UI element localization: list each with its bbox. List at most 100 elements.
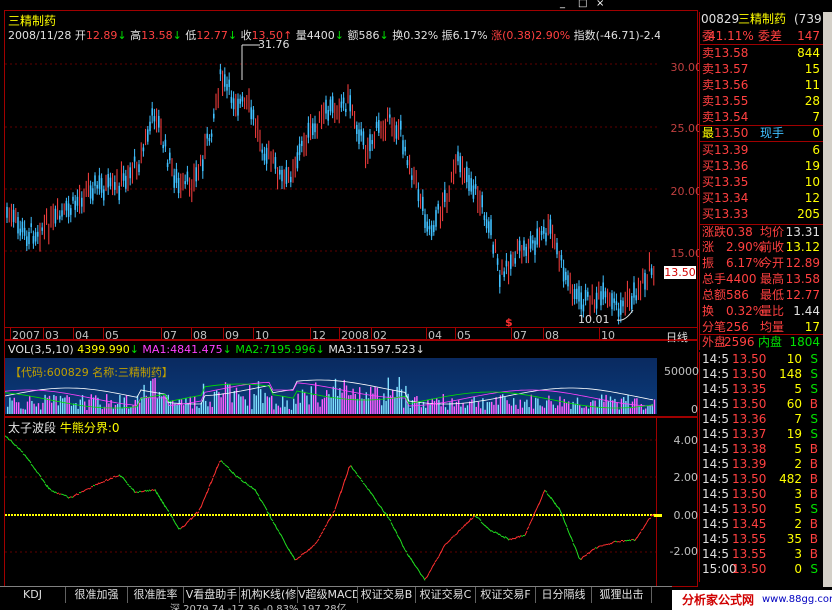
volume-bar bbox=[18, 402, 20, 414]
tick-trades: 14:5 13.50 10 S 14:5 13.50 148 S 14:5 13.35 5 S 14:5… bbox=[699, 352, 824, 582]
oscillator-segment bbox=[374, 498, 378, 503]
volume-bar bbox=[614, 398, 616, 414]
volume-bar bbox=[308, 404, 310, 414]
tab-1[interactable]: 很准加强 bbox=[66, 587, 128, 603]
volume-bar bbox=[554, 408, 557, 414]
candle-body bbox=[613, 298, 615, 303]
oscillator-segment bbox=[88, 487, 92, 490]
buy-label: 买 bbox=[702, 175, 715, 189]
volume-bar bbox=[339, 387, 341, 414]
volume-bar bbox=[526, 399, 528, 414]
oscillator-segment bbox=[506, 537, 510, 541]
tab-0[interactable]: KDJ bbox=[0, 587, 66, 603]
oscillator-segment bbox=[64, 494, 68, 497]
candle-body bbox=[173, 175, 175, 188]
volume-bar bbox=[453, 406, 455, 414]
trade-time: 14:5 bbox=[702, 472, 729, 486]
oscillator-segment bbox=[54, 491, 58, 494]
oscillator-segment bbox=[540, 493, 544, 500]
tab-3[interactable]: V看盘助手 bbox=[184, 587, 240, 603]
volume-bar bbox=[227, 383, 229, 414]
maximize-button[interactable]: □ bbox=[578, 0, 587, 9]
candle-body bbox=[54, 208, 57, 224]
candle-body bbox=[617, 308, 620, 317]
volume-bar bbox=[579, 404, 581, 414]
candle-body bbox=[525, 246, 527, 256]
tab-9[interactable]: 日分隔线 bbox=[536, 587, 592, 603]
candle-body bbox=[459, 156, 461, 173]
trade-price: 13.39 bbox=[732, 457, 767, 471]
volume-bar bbox=[431, 398, 433, 414]
close-button[interactable]: × bbox=[596, 0, 604, 9]
volume-bar bbox=[81, 395, 84, 414]
volume-bar bbox=[513, 398, 515, 414]
volume-bar bbox=[469, 401, 471, 414]
candle-body bbox=[534, 240, 536, 255]
volume-bar bbox=[275, 403, 277, 414]
tab-10[interactable]: 狐狸出击 bbox=[592, 587, 652, 603]
candle-body bbox=[523, 240, 525, 251]
oscillator-segment bbox=[296, 556, 300, 560]
volume-bar bbox=[636, 398, 638, 414]
volume-bar bbox=[491, 401, 493, 414]
oscillator-segment bbox=[246, 484, 250, 486]
trade-price: 13.50 bbox=[732, 472, 767, 486]
tab-8[interactable]: 权证交易F bbox=[476, 587, 536, 603]
sell-volume: 28 bbox=[804, 94, 820, 108]
tab-4[interactable]: 机构K线(修 bbox=[240, 587, 298, 603]
candle-body bbox=[138, 164, 140, 173]
trade-time: 14:5 bbox=[702, 427, 729, 441]
stat-label: 分笔 bbox=[702, 320, 727, 334]
trade-volume: 148 bbox=[779, 367, 802, 381]
oscillator-segment bbox=[84, 488, 88, 491]
oscillator-segment bbox=[552, 500, 556, 505]
volume-bar bbox=[240, 396, 242, 414]
weicha-value: 147 bbox=[797, 29, 820, 43]
oscillator-segment bbox=[154, 489, 158, 495]
volume-bar bbox=[497, 404, 499, 414]
tab-5[interactable]: V超级MACD bbox=[298, 587, 358, 603]
x-tick-mark bbox=[10, 327, 11, 340]
candle-body bbox=[325, 99, 327, 114]
quote-code-suffix: (739 bbox=[794, 12, 822, 26]
trade-time: 14:5 bbox=[702, 487, 729, 501]
right-scrollbar[interactable] bbox=[823, 12, 832, 587]
candle-body bbox=[631, 296, 633, 310]
inner-label: 内盘 bbox=[758, 335, 783, 349]
volume-bar bbox=[438, 400, 440, 414]
oscillator-segment bbox=[564, 522, 568, 528]
volume-bar bbox=[488, 402, 491, 414]
volume-bar bbox=[255, 395, 257, 414]
candle-body bbox=[470, 178, 472, 192]
current-price-tag: 13.50 bbox=[664, 266, 696, 279]
oscillator-segment bbox=[534, 507, 538, 513]
minimize-button[interactable]: _ bbox=[560, 0, 565, 9]
stat-label: 换 bbox=[702, 304, 715, 318]
volume-bar bbox=[343, 379, 345, 414]
stat-label-2: 均量 bbox=[760, 320, 785, 334]
oscillator-segment bbox=[558, 507, 562, 513]
volume-bar bbox=[315, 382, 317, 414]
tab-2[interactable]: 很准胜率 bbox=[128, 587, 184, 603]
volume-bar bbox=[51, 402, 53, 414]
oscillator-segment bbox=[256, 492, 260, 497]
oscillator-segment bbox=[238, 477, 242, 480]
down-arrow-icon: ↓ bbox=[415, 343, 425, 356]
trade-row: 14:5 13.55 35 B bbox=[700, 532, 824, 547]
tab-6[interactable]: 权证交易B bbox=[358, 587, 416, 603]
candle-body bbox=[327, 110, 329, 121]
down-arrow-icon: ↓ bbox=[315, 343, 325, 356]
volume-bar bbox=[312, 395, 315, 414]
sell-price: 13.54 bbox=[714, 110, 749, 124]
oscillator-segment bbox=[572, 543, 576, 548]
candle-body bbox=[129, 167, 131, 179]
tab-7[interactable]: 权证交易C bbox=[416, 587, 476, 603]
volume-bar bbox=[359, 387, 361, 414]
volume-bar bbox=[486, 402, 488, 414]
candle-body bbox=[175, 168, 178, 183]
candle-body bbox=[620, 300, 622, 315]
oscillator-segment bbox=[270, 518, 274, 522]
candle-body bbox=[406, 160, 409, 166]
volume-bar bbox=[185, 398, 187, 414]
candle-body bbox=[92, 188, 94, 201]
